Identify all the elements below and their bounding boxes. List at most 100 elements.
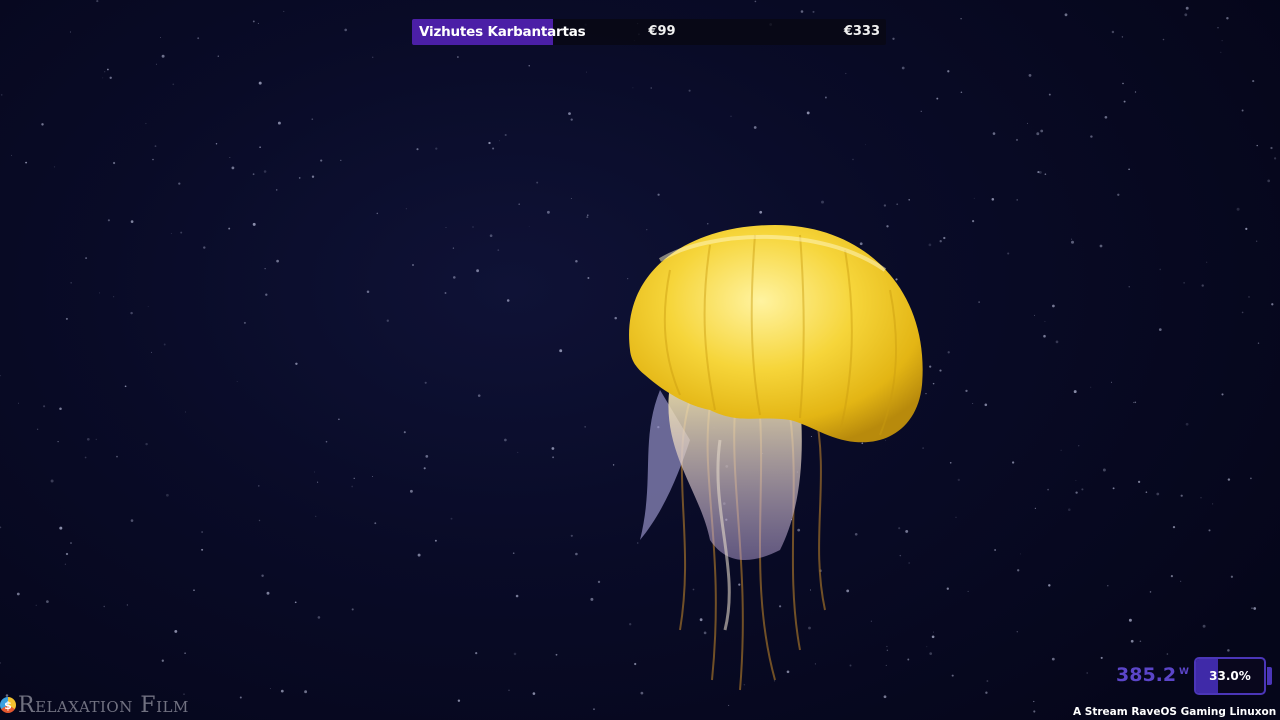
plankton-particle	[1172, 525, 1176, 529]
plankton-particle	[1078, 445, 1080, 447]
plankton-particle	[1043, 334, 1046, 338]
plankton-particle	[96, 0, 99, 3]
plankton-particle	[1034, 507, 1037, 510]
plankton-particle	[1271, 303, 1274, 306]
plankton-particle	[517, 451, 519, 453]
plankton-particle	[203, 246, 206, 249]
plankton-particle	[69, 31, 71, 33]
plankton-particle	[1220, 51, 1222, 53]
plankton-particle	[593, 708, 595, 711]
plankton-particle	[587, 214, 589, 216]
plankton-particle	[409, 489, 413, 493]
plankton-particle	[1185, 6, 1189, 10]
channel-watermark: $ Relaxation Film	[0, 690, 189, 720]
plankton-particle	[16, 592, 20, 596]
plankton-particle	[113, 161, 116, 165]
plankton-particle	[103, 605, 105, 608]
plankton-particle	[1044, 173, 1047, 176]
plankton-particle	[1017, 569, 1020, 572]
plankton-particle	[657, 193, 660, 196]
plankton-particle	[1202, 624, 1206, 628]
plankton-particle	[160, 37, 161, 38]
jellyfish-image	[629, 225, 923, 691]
plankton-particle	[1206, 261, 1208, 263]
plankton-particle	[1090, 135, 1093, 138]
plankton-particle	[252, 173, 255, 176]
donation-goal-current: €99	[648, 24, 676, 39]
plankton-particle	[852, 158, 854, 161]
plankton-particle	[435, 147, 438, 150]
plankton-particle	[1185, 422, 1189, 426]
plankton-particle	[180, 231, 183, 234]
plankton-particle	[265, 293, 268, 296]
plankton-particle	[504, 133, 507, 137]
plankton-particle	[1027, 122, 1028, 124]
plankton-particle	[1226, 16, 1229, 20]
plankton-particle	[1134, 401, 1137, 404]
plankton-particle	[53, 166, 56, 168]
plankton-particle	[154, 145, 157, 147]
plankton-particle	[374, 522, 377, 525]
plankton-particle	[298, 177, 301, 179]
plankton-particle	[504, 438, 507, 442]
plankton-particle	[344, 28, 348, 32]
plankton-particle	[70, 282, 72, 284]
plankton-particle	[845, 72, 847, 75]
plankton-particle	[1139, 640, 1142, 643]
plankton-particle	[1081, 488, 1084, 491]
plankton-particle	[261, 574, 264, 578]
plankton-particle	[546, 210, 550, 214]
plankton-particle	[403, 431, 406, 434]
plankton-particle	[0, 94, 3, 96]
plankton-particle	[457, 56, 459, 58]
plankton-particle	[1248, 295, 1250, 298]
plankton-particle	[259, 146, 261, 149]
plankton-particle	[1134, 91, 1137, 93]
plankton-particle	[1048, 584, 1051, 587]
plankton-particle	[528, 226, 530, 227]
plankton-particle	[1200, 497, 1202, 499]
plankton-particle	[184, 652, 186, 655]
plankton-particle	[1052, 304, 1055, 308]
plankton-particle	[18, 402, 19, 404]
plankton-particle	[201, 531, 203, 533]
plankton-particle	[1145, 491, 1148, 494]
plankton-particle	[452, 247, 455, 249]
plankton-particle	[1016, 199, 1018, 201]
plankton-particle	[506, 299, 510, 302]
plankton-particle	[575, 259, 578, 263]
plankton-particle	[315, 515, 317, 518]
plankton-particle	[239, 696, 242, 699]
plankton-particle	[1274, 157, 1277, 160]
plankton-particle	[325, 440, 328, 443]
power-draw-value: 385.2	[1116, 664, 1177, 686]
stream-scene: Vizhutes Karbantartas €99 €333 $ Relaxat…	[0, 0, 1280, 720]
plankton-particle	[130, 311, 133, 315]
plankton-particle	[1256, 144, 1258, 147]
plankton-particle	[59, 407, 62, 410]
plankton-particle	[411, 263, 415, 267]
plankton-particle	[1236, 207, 1240, 211]
plankton-particle	[243, 321, 246, 324]
plankton-particle	[536, 181, 539, 184]
plankton-particle	[1111, 30, 1115, 34]
plankton-particle	[1036, 132, 1040, 136]
plankton-particle	[1230, 575, 1234, 578]
plankton-particle	[228, 227, 231, 230]
plankton-particle	[269, 688, 271, 690]
plankton-particle	[1180, 494, 1183, 497]
plankton-particle	[107, 219, 110, 222]
plankton-particle	[476, 269, 480, 273]
plankton-particle	[753, 126, 757, 129]
plankton-particle	[257, 22, 259, 24]
plankton-particle	[64, 563, 67, 565]
plankton-particle	[264, 268, 266, 270]
plankton-particle	[1256, 240, 1258, 242]
plankton-particle	[1241, 311, 1244, 314]
plankton-particle	[116, 455, 118, 458]
plankton-particle	[317, 481, 319, 483]
plankton-particle	[266, 591, 270, 595]
plankton-particle	[992, 132, 996, 135]
plankton-particle	[376, 212, 379, 215]
plankton-particle	[1227, 649, 1230, 652]
